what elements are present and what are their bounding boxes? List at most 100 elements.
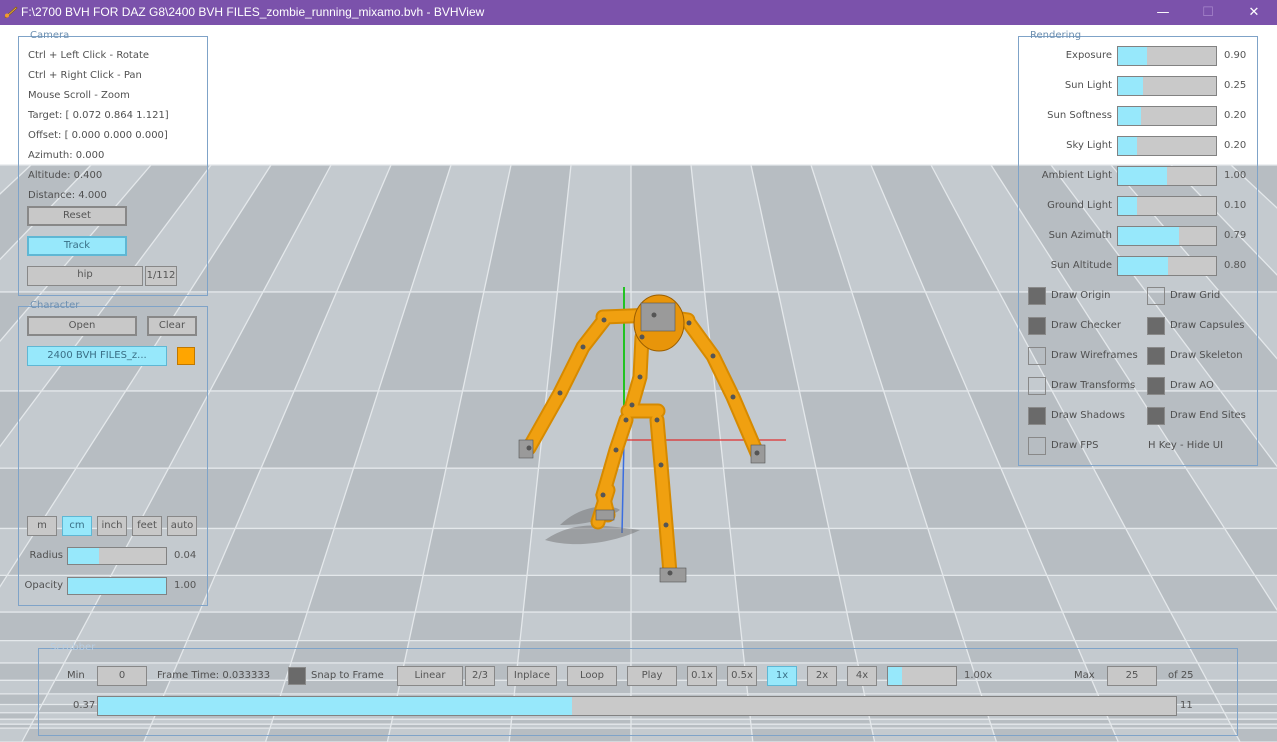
sun-azimuth-slider[interactable]: [1117, 226, 1217, 246]
frame-time: Frame Time: 0.033333: [157, 670, 271, 681]
unit-button-auto[interactable]: auto: [167, 516, 197, 536]
floor-checker-tile: [942, 575, 1063, 613]
draw-end-sites-checkbox[interactable]: [1147, 407, 1165, 425]
min-frame-input[interactable]: 0: [97, 666, 147, 686]
ambient-light-label: Ambient Light: [1041, 170, 1112, 181]
sun-altitude-label: Sun Altitude: [1050, 260, 1112, 271]
track-button[interactable]: Track: [27, 236, 127, 256]
draw-fps-checkbox[interactable]: [1028, 437, 1046, 455]
unit-button-feet[interactable]: feet: [132, 516, 162, 536]
sky-light-slider[interactable]: [1117, 136, 1217, 156]
timeline-slider[interactable]: [97, 696, 1177, 716]
ambient-light-value: 1.00: [1224, 170, 1247, 181]
scrubber-panel: Scrubber: [38, 642, 1238, 736]
character-color-swatch[interactable]: [177, 347, 195, 365]
draw-ao-checkbox[interactable]: [1147, 377, 1165, 395]
draw-ao-label: Draw AO: [1170, 380, 1214, 391]
minimize-button[interactable]: —: [1140, 0, 1186, 25]
maximize-button[interactable]: ☐: [1185, 0, 1231, 25]
interpolation-dropdown[interactable]: Linear: [397, 666, 463, 686]
camera-panel-title: Camera: [30, 30, 70, 41]
sun-altitude-slider-fill: [1118, 257, 1168, 275]
speed-button-0_1x[interactable]: 0.1x: [687, 666, 717, 686]
reset-button[interactable]: Reset: [27, 206, 127, 226]
floor-checker-tile: [631, 390, 724, 469]
sun-azimuth-slider-fill: [1118, 227, 1179, 245]
ground-light-slider[interactable]: [1117, 196, 1217, 216]
draw-capsules-label: Draw Capsules: [1170, 320, 1245, 331]
draw-origin-checkbox[interactable]: [1028, 287, 1046, 305]
sky-light-label: Sky Light: [1066, 140, 1112, 151]
unit-button-m[interactable]: m: [27, 516, 57, 536]
speed-button-2x[interactable]: 2x: [807, 666, 837, 686]
sun-light-value: 0.25: [1224, 80, 1247, 91]
play-button[interactable]: Play: [627, 666, 677, 686]
draw-transforms-checkbox[interactable]: [1028, 377, 1046, 395]
draw-transforms-label: Draw Transforms: [1051, 380, 1136, 391]
snap-to-frame-checkbox[interactable]: [288, 667, 306, 685]
floor-checker-tile: [215, 528, 335, 576]
inplace-button[interactable]: Inplace: [507, 666, 557, 686]
interpolation-ratio[interactable]: 2/3: [465, 666, 495, 686]
track-bone-dropdown[interactable]: hip: [27, 266, 143, 286]
floor-checker-tile: [734, 575, 847, 613]
unit-button-inch[interactable]: inch: [97, 516, 127, 536]
floor-checker-tile: [187, 612, 308, 641]
floor-checker-tile: [846, 612, 964, 641]
sun-softness-label: Sun Softness: [1047, 110, 1112, 121]
hide-ui-hint: H Key - Hide UI: [1148, 440, 1224, 451]
ground-light-label: Ground Light: [1047, 200, 1112, 211]
exposure-slider-fill: [1118, 47, 1148, 65]
radius-label: Radius: [29, 550, 63, 561]
draw-checker-checkbox[interactable]: [1028, 317, 1046, 335]
camera-altitude: Altitude: 0.400: [28, 170, 103, 181]
camera-help-zoom: Mouse Scroll - Zoom: [28, 90, 130, 101]
character-panel-title: Character: [30, 300, 80, 311]
floor-checker-tile: [1062, 612, 1186, 641]
close-button[interactable]: ✕: [1231, 0, 1277, 25]
draw-shadows-checkbox[interactable]: [1028, 407, 1046, 425]
clear-button[interactable]: Clear: [147, 316, 197, 336]
snap-to-frame-label: Snap to Frame: [311, 670, 384, 681]
sun-altitude-slider[interactable]: [1117, 256, 1217, 276]
ambient-light-slider[interactable]: [1117, 166, 1217, 186]
timeline-end-value: 11: [1180, 700, 1193, 711]
floor-checker-tile: [723, 468, 829, 529]
opacity-slider-fill: [68, 578, 166, 594]
draw-grid-label: Draw Grid: [1170, 290, 1221, 301]
exposure-slider[interactable]: [1117, 46, 1217, 66]
sun-softness-slider-fill: [1118, 107, 1141, 125]
playback-speed-slider[interactable]: [887, 666, 957, 686]
max-frame-input[interactable]: 25: [1107, 666, 1157, 686]
open-button[interactable]: Open: [27, 316, 137, 336]
speed-button-1x[interactable]: 1x: [767, 666, 797, 686]
timeline-slider-fill: [98, 697, 573, 715]
draw-end-sites-label: Draw End Sites: [1170, 410, 1246, 421]
draw-wireframes-label: Draw Wireframes: [1051, 350, 1138, 361]
floor-checker-tile: [409, 612, 524, 641]
character-file-item[interactable]: 2400 BVH FILES_z...: [27, 346, 167, 366]
draw-capsules-checkbox[interactable]: [1147, 317, 1165, 335]
draw-grid-checkbox[interactable]: [1147, 287, 1165, 305]
track-bone-index[interactable]: 1/112: [145, 266, 177, 286]
exposure-value: 0.90: [1224, 50, 1247, 61]
loop-button[interactable]: Loop: [567, 666, 617, 686]
min-label: Min: [67, 670, 85, 681]
sun-light-slider[interactable]: [1117, 76, 1217, 96]
speed-button-4x[interactable]: 4x: [847, 666, 877, 686]
opacity-slider[interactable]: [67, 577, 167, 595]
floor-checker-tile: [0, 712, 38, 720]
floor-checker-tile: [307, 575, 424, 613]
sun-softness-slider[interactable]: [1117, 106, 1217, 126]
draw-fps-label: Draw FPS: [1051, 440, 1099, 451]
draw-origin-label: Draw Origin: [1051, 290, 1111, 301]
draw-skeleton-checkbox[interactable]: [1147, 347, 1165, 365]
ambient-light-slider-fill: [1118, 167, 1167, 185]
total-frames: of 25: [1168, 670, 1194, 681]
unit-button-cm[interactable]: cm: [62, 516, 92, 536]
radius-slider[interactable]: [67, 547, 167, 565]
radius-slider-fill: [68, 548, 100, 564]
ground-light-value: 0.10: [1224, 200, 1247, 211]
draw-wireframes-checkbox[interactable]: [1028, 347, 1046, 365]
speed-button-0_5x[interactable]: 0.5x: [727, 666, 757, 686]
